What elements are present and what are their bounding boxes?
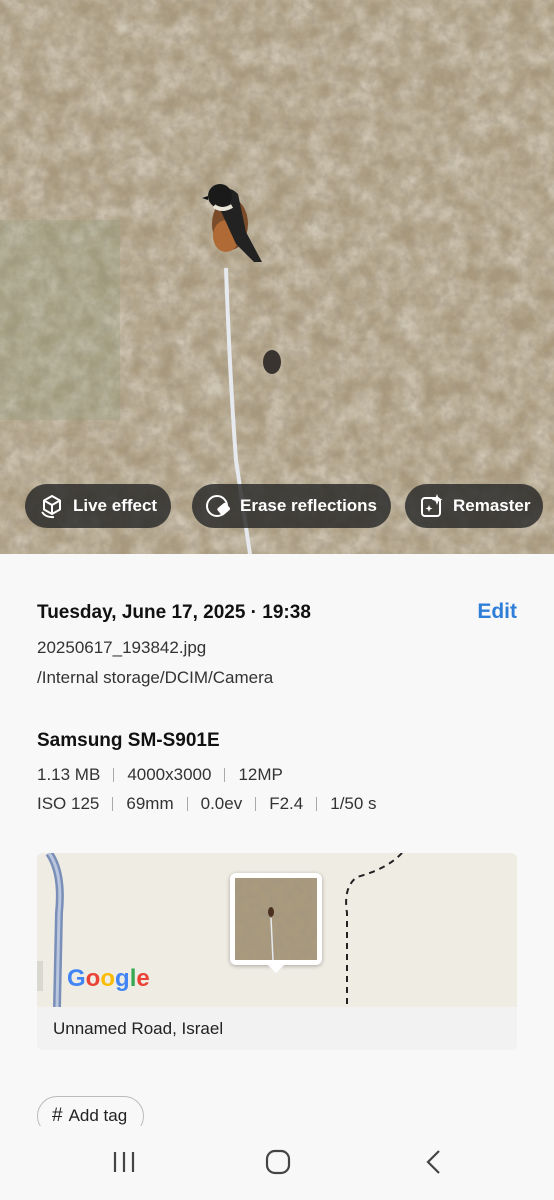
resolution: 4000x3000 xyxy=(127,765,212,784)
camera-specs-row: ISO 125 69mm 0.0ev F2.4 1/50 s xyxy=(37,794,377,814)
home-icon[interactable] xyxy=(264,1148,292,1181)
megapixels: 12MP xyxy=(238,765,283,784)
photo-path: /Internal storage/DCIM/Camera xyxy=(37,668,274,687)
file-specs-row: 1.13 MB 4000x3000 12MP xyxy=(37,765,283,785)
remaster-icon xyxy=(417,491,447,521)
photo-datetime: Tuesday, June 17, 2025 · 19:38 xyxy=(37,602,311,623)
photo-filename: 20250617_193842.jpg xyxy=(37,638,207,657)
map-address-bar[interactable]: Unnamed Road, Israel xyxy=(37,1007,517,1050)
details-panel: Tuesday, June 17, 2025 · 19:38 Edit 2025… xyxy=(0,554,554,1200)
bird-photo xyxy=(0,0,554,554)
erase-reflections-icon xyxy=(204,491,234,521)
remaster-label: Remaster xyxy=(453,496,531,515)
shutter-speed: 1/50 s xyxy=(330,794,377,813)
live-effect-label: Live effect xyxy=(73,496,158,515)
erase-reflections-button[interactable]: Erase reflections xyxy=(192,484,392,528)
system-navigation-bar xyxy=(0,1126,554,1200)
photo-thumbnail xyxy=(235,878,317,961)
recents-icon[interactable] xyxy=(110,1148,138,1181)
google-logo: Google xyxy=(67,965,150,992)
live-effect-icon xyxy=(37,491,67,521)
iso-value: ISO 125 xyxy=(37,794,100,813)
exposure-value: 0.0ev xyxy=(200,794,243,813)
camera-model: Samsung SM-S901E xyxy=(37,730,220,751)
back-icon[interactable] xyxy=(420,1148,448,1181)
erase-reflections-label: Erase reflections xyxy=(240,496,378,515)
add-tag-label: Add tag xyxy=(68,1106,128,1125)
location-map[interactable]: Google Unnamed Road, Israel xyxy=(37,853,517,1050)
file-size: 1.13 MB xyxy=(37,765,101,784)
live-effect-button[interactable]: Live effect xyxy=(25,484,172,528)
photo-view[interactable]: Live effect Erase reflections Remaster xyxy=(0,0,554,554)
focal-length: 69mm xyxy=(126,794,174,813)
hash-icon: # xyxy=(52,1105,63,1126)
remaster-button[interactable]: Remaster xyxy=(405,484,543,528)
aperture: F2.4 xyxy=(269,794,304,813)
map-photo-pin[interactable] xyxy=(230,873,322,973)
location-address: Unnamed Road, Israel xyxy=(53,1019,224,1038)
edit-button[interactable]: Edit xyxy=(477,600,517,624)
